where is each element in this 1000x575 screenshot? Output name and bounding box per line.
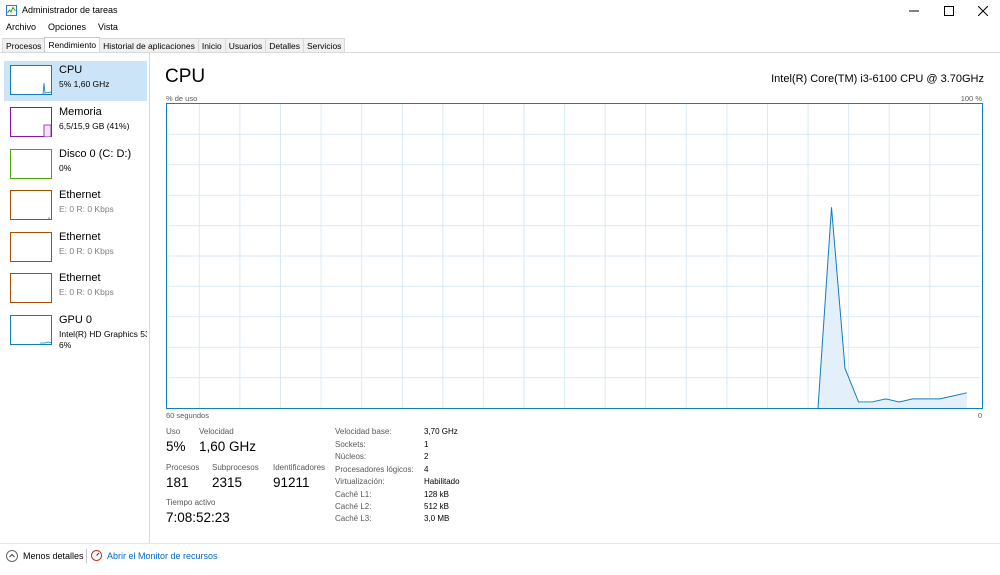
sidebar-item-cpu[interactable]: CPU 5% 1,60 GHz xyxy=(4,61,147,101)
sidebar-item-gpu[interactable]: GPU 0 Intel(R) HD Graphics 530 6% xyxy=(4,311,147,351)
ethernet-thumbnail-graph xyxy=(10,273,52,303)
sidebar-item-title: CPU xyxy=(59,64,83,76)
uptime-label: Tiempo activo xyxy=(166,498,216,507)
gpu-thumbnail-graph xyxy=(10,315,52,345)
resource-monitor-label: Abrir el Monitor de recursos xyxy=(107,550,218,561)
tab-usuarios[interactable]: Usuarios xyxy=(224,38,267,52)
sidebar-item-detail: 0% xyxy=(59,163,72,173)
disk-thumbnail-graph xyxy=(10,149,52,179)
footer-separator xyxy=(86,549,87,563)
info-label: Velocidad base: xyxy=(335,427,392,436)
graph-x-end: 0 xyxy=(977,411,982,420)
chevron-up-icon xyxy=(6,550,18,562)
sidebar-item-detail: E: 0 R: 0 Kbps xyxy=(59,204,114,214)
menu-opciones[interactable]: Opciones xyxy=(42,21,92,36)
tab-detalles[interactable]: Detalles xyxy=(265,38,304,52)
threads-value: 2315 xyxy=(212,475,243,490)
tab-procesos[interactable]: Procesos xyxy=(2,38,46,52)
close-icon xyxy=(978,5,988,16)
minimize-button[interactable] xyxy=(897,0,931,21)
title-bar: Administrador de tareas xyxy=(0,0,1000,21)
info-label: Caché L3: xyxy=(335,514,372,523)
sidebar-item-title: GPU 0 xyxy=(59,314,93,326)
info-value: Habilitado xyxy=(424,477,460,486)
uptime-value: 7:08:52:23 xyxy=(166,510,230,525)
info-value: 4 xyxy=(424,465,429,474)
sidebar-item-detail: 6,5/15,9 GB (41%) xyxy=(59,121,130,131)
graph-x-label: 60 segundos xyxy=(166,411,209,420)
graph-y-label: % de uso xyxy=(166,94,198,103)
sidebar-item-ethernet-3[interactable]: Ethernet E: 0 R: 0 Kbps xyxy=(4,269,147,309)
tab-divider xyxy=(0,52,1000,53)
sidebar-item-title: Disco 0 (C: D:) xyxy=(59,148,132,160)
menu-archivo[interactable]: Archivo xyxy=(0,21,42,36)
usage-value: 5% xyxy=(166,439,186,454)
sidebar-item-detail: Intel(R) HD Graphics 530 xyxy=(59,329,147,339)
graph-grid xyxy=(168,104,981,408)
sidebar-item-title: Ethernet xyxy=(59,189,101,201)
menu-vista[interactable]: Vista xyxy=(92,21,124,36)
cpu-thumbnail-graph xyxy=(10,65,52,95)
info-value: 2 xyxy=(424,452,429,461)
usage-label: Uso xyxy=(166,427,181,436)
info-label: Virtualización: xyxy=(335,477,385,486)
close-button[interactable] xyxy=(966,0,1000,21)
sidebar-item-disco[interactable]: Disco 0 (C: D:) 0% xyxy=(4,145,147,185)
sidebar-item-title: Ethernet xyxy=(59,272,101,284)
fewer-details-label: Menos detalles xyxy=(23,551,84,561)
info-label: Sockets: xyxy=(335,440,366,449)
info-label: Núcleos: xyxy=(335,452,367,461)
info-value: 3,0 MB xyxy=(424,514,450,523)
sidebar-item-usage: 6% xyxy=(59,340,72,350)
resource-monitor-icon xyxy=(91,550,102,561)
task-manager-icon xyxy=(6,5,17,16)
maximize-icon xyxy=(944,5,954,16)
footer-divider xyxy=(0,543,1000,544)
window-title: Administrador de tareas xyxy=(22,5,118,15)
speed-label: Velocidad xyxy=(199,427,234,436)
sidebar-item-detail: 5% 1,60 GHz xyxy=(59,79,110,89)
fewer-details-button[interactable]: Menos detalles xyxy=(6,550,84,562)
info-value: 3,70 GHz xyxy=(424,427,458,436)
minimize-icon xyxy=(909,10,919,11)
ethernet-thumbnail-graph xyxy=(10,232,52,262)
info-label: Caché L1: xyxy=(335,490,372,499)
info-value: 128 kB xyxy=(424,490,449,499)
sidebar-item-title: Memoria xyxy=(59,106,102,118)
info-value: 512 kB xyxy=(424,502,449,511)
sidebar-item-title: Ethernet xyxy=(59,231,101,243)
sidebar-item-memoria[interactable]: Memoria 6,5/15,9 GB (41%) xyxy=(4,103,147,143)
info-label: Caché L2: xyxy=(335,502,372,511)
info-label: Procesadores lógicos: xyxy=(335,465,414,474)
sidebar-item-detail: E: 0 R: 0 Kbps xyxy=(59,287,114,297)
processes-label: Procesos xyxy=(166,463,200,472)
maximize-button[interactable] xyxy=(932,0,966,21)
sidebar-item-detail: E: 0 R: 0 Kbps xyxy=(59,246,114,256)
ethernet-thumbnail-graph xyxy=(10,190,52,220)
resource-sidebar: CPU 5% 1,60 GHz Memoria 6,5/15,9 GB (41%… xyxy=(0,53,150,543)
info-value: 1 xyxy=(424,440,429,449)
tab-rendimiento[interactable]: Rendimiento xyxy=(44,37,101,52)
tab-servicios[interactable]: Servicios xyxy=(302,38,346,52)
cpu-model-name: Intel(R) Core(TM) i3-6100 CPU @ 3.70GHz xyxy=(771,73,984,85)
cpu-usage-graph xyxy=(166,103,983,409)
handles-label: Identificadores xyxy=(273,463,326,472)
speed-value: 1,60 GHz xyxy=(199,439,257,454)
resource-monitor-link[interactable]: Abrir el Monitor de recursos xyxy=(91,550,218,561)
tab-inicio[interactable]: Inicio xyxy=(197,38,226,52)
menu-bar: Archivo Opciones Vista xyxy=(0,21,124,36)
tab-strip: Procesos Rendimiento Historial de aplica… xyxy=(2,37,346,53)
threads-label: Subprocesos xyxy=(212,463,259,472)
graph-y-max: 100 % xyxy=(960,94,982,103)
memory-thumbnail-graph xyxy=(10,107,52,137)
page-title: CPU xyxy=(165,66,206,87)
processes-value: 181 xyxy=(166,475,189,490)
handles-value: 91211 xyxy=(273,475,310,490)
tab-historial[interactable]: Historial de aplicaciones xyxy=(99,38,199,52)
sidebar-item-ethernet-1[interactable]: Ethernet E: 0 R: 0 Kbps xyxy=(4,186,147,226)
sidebar-item-ethernet-2[interactable]: Ethernet E: 0 R: 0 Kbps xyxy=(4,228,147,268)
